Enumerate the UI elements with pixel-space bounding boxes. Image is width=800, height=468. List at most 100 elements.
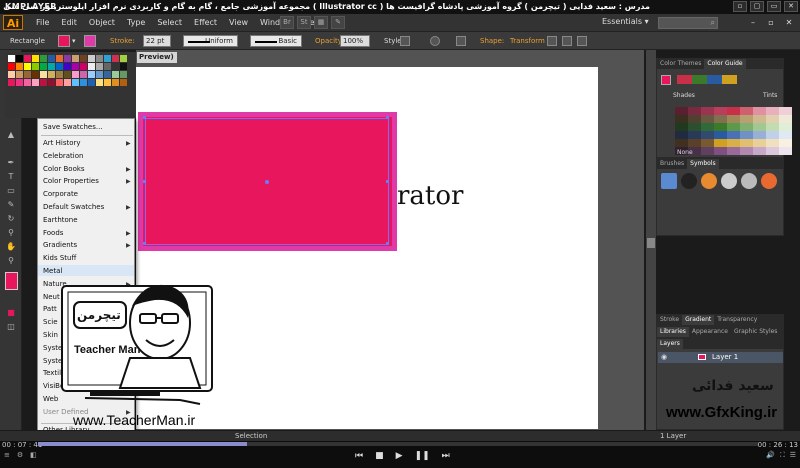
swatch-cell[interactable]: [120, 63, 127, 70]
stroke-weight-field[interactable]: 22 pt: [143, 35, 171, 47]
color-variation-cell[interactable]: [779, 147, 792, 155]
color-variation-cell[interactable]: [779, 115, 792, 123]
color-variation-cell[interactable]: [688, 107, 701, 115]
menu-view[interactable]: View: [223, 18, 254, 27]
swatch-cell[interactable]: [104, 79, 111, 86]
color-variation-cell[interactable]: [675, 139, 688, 147]
swatch-cell[interactable]: [80, 71, 87, 78]
swatch-library-item[interactable]: Neut: [43, 293, 60, 301]
swatch-cell[interactable]: [104, 71, 111, 78]
tab-layers[interactable]: Layers: [657, 339, 683, 349]
sync-icon[interactable]: ✎: [331, 16, 345, 29]
swatch-cell[interactable]: [16, 71, 23, 78]
swatch-cell[interactable]: [24, 63, 31, 70]
swatch-library-item[interactable]: Earthtone: [43, 216, 78, 224]
swatch-cell[interactable]: [24, 79, 31, 86]
symbol-item[interactable]: [661, 173, 677, 189]
brush-definition[interactable]: Basic: [250, 35, 302, 47]
color-variation-cell[interactable]: [740, 107, 753, 115]
fill-color-swatch[interactable]: [58, 35, 70, 47]
tab-appearance[interactable]: Appearance: [689, 327, 731, 337]
app-minimize-button[interactable]: –: [746, 16, 760, 29]
swatch-cell[interactable]: [72, 79, 79, 86]
draw-mode-icon[interactable]: ◫: [5, 322, 17, 332]
bridge-icon[interactable]: Br: [280, 16, 294, 29]
resize-handle-top-right[interactable]: [386, 116, 389, 119]
pen-tool-icon[interactable]: ✒: [5, 158, 17, 168]
playlist-icon[interactable]: ≡: [4, 451, 10, 459]
document-tab[interactable]: Preview): [137, 52, 177, 63]
color-mode-icon[interactable]: ■: [5, 308, 17, 318]
opacity-field[interactable]: 100%: [340, 35, 370, 47]
selection-tool-icon[interactable]: ▲: [5, 130, 17, 140]
color-variation-cell[interactable]: [740, 139, 753, 147]
swatch-cell[interactable]: [104, 63, 111, 70]
visibility-eye-icon[interactable]: ◉: [661, 353, 667, 361]
resize-handle-left[interactable]: [143, 180, 146, 183]
color-variation-cell[interactable]: [727, 139, 740, 147]
symbol-item[interactable]: [721, 173, 737, 189]
swatch-cell[interactable]: [8, 71, 15, 78]
swatch-library-item[interactable]: Celebration: [43, 152, 83, 160]
stroke-label[interactable]: Stroke:: [110, 37, 135, 45]
resize-handle-right[interactable]: [386, 180, 389, 183]
swatch-cell[interactable]: [112, 63, 119, 70]
color-variation-cell[interactable]: [753, 139, 766, 147]
swatch-library-item[interactable]: Kids Stuff: [43, 254, 76, 262]
swatch-cell[interactable]: [112, 71, 119, 78]
swatch-library-item[interactable]: Scie: [43, 318, 58, 326]
resize-handle-bottom-left[interactable]: [143, 242, 146, 245]
menu-select[interactable]: Select: [151, 18, 188, 27]
swatch-cell[interactable]: [48, 71, 55, 78]
swatch-cell[interactable]: [88, 55, 95, 62]
color-variation-cell[interactable]: [701, 123, 714, 131]
arrange-documents-icon[interactable]: ▦: [314, 16, 328, 29]
color-variation-cell[interactable]: [753, 123, 766, 131]
swatch-cell[interactable]: [88, 63, 95, 70]
color-variation-cell[interactable]: [779, 107, 792, 115]
layer-row[interactable]: ◉ Layer 1: [658, 352, 783, 363]
app-close-button[interactable]: ✕: [782, 16, 796, 29]
align-left-icon[interactable]: [547, 36, 557, 46]
swatch-cell[interactable]: [96, 55, 103, 62]
tab-graphic-styles[interactable]: Graphic Styles: [731, 327, 780, 337]
swatch-cell[interactable]: [32, 71, 39, 78]
tab-transparency[interactable]: Transparency: [714, 315, 760, 325]
swatch-cell[interactable]: [32, 63, 39, 70]
status-tool[interactable]: Selection: [235, 432, 267, 440]
color-variation-cell[interactable]: [740, 123, 753, 131]
shape-label[interactable]: Shape:: [480, 37, 504, 45]
swatch-library-item[interactable]: Patt: [43, 305, 57, 313]
previous-icon[interactable]: ⏮: [355, 451, 363, 461]
scrollbar-thumb[interactable]: [647, 238, 655, 248]
swatch-library-item[interactable]: Skin: [43, 331, 58, 339]
swatch-cell[interactable]: [96, 63, 103, 70]
color-variation-cell[interactable]: [701, 107, 714, 115]
chevron-down-icon[interactable]: ▾: [72, 37, 76, 45]
swatch-cell[interactable]: [96, 71, 103, 78]
color-variation-cell[interactable]: [766, 147, 779, 155]
seek-bar[interactable]: [38, 442, 758, 446]
menu-edit[interactable]: Edit: [55, 18, 83, 27]
swatch-cell[interactable]: [48, 55, 55, 62]
color-variation-cell[interactable]: [779, 123, 792, 131]
swatch-cell[interactable]: [80, 63, 87, 70]
align-center-icon[interactable]: [562, 36, 572, 46]
swatch-cell[interactable]: [120, 71, 127, 78]
color-variation-cell[interactable]: [714, 123, 727, 131]
stop-icon[interactable]: ■: [375, 451, 384, 461]
color-variation-cell[interactable]: [779, 131, 792, 139]
player-maximize-button[interactable]: ▭: [767, 1, 781, 12]
swatch-cell[interactable]: [16, 63, 23, 70]
menu-object[interactable]: Object: [83, 18, 121, 27]
settings-icon[interactable]: ⚙: [17, 451, 23, 459]
swatch-cell[interactable]: [72, 63, 79, 70]
swatch-library-item[interactable]: Corporate: [43, 190, 78, 198]
color-variation-cell[interactable]: [779, 139, 792, 147]
color-variation-cell[interactable]: [766, 123, 779, 131]
swatch-library-item[interactable]: Default Swatches: [43, 203, 104, 211]
player-pin-button[interactable]: ▫: [733, 1, 747, 12]
color-variation-cell[interactable]: [701, 131, 714, 139]
color-variation-cell[interactable]: [714, 147, 727, 155]
base-color-swatch[interactable]: [661, 75, 671, 85]
